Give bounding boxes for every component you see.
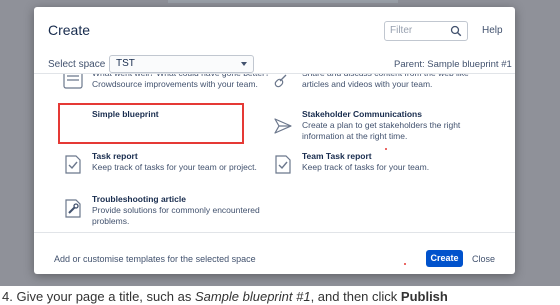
template-list: What went well? What could have gone bet…: [34, 73, 515, 233]
chevron-down-icon: [241, 62, 247, 66]
template-name: Team Task report: [302, 151, 372, 161]
create-dialog: Create Filter Help Select space TST Pare…: [34, 7, 515, 274]
search-icon: [450, 25, 462, 37]
instruction-caption: 4. Give your page a title, such as Sampl…: [2, 289, 448, 304]
parent-text: Parent: Sample blueprint #1: [394, 59, 512, 70]
template-name: Task report: [92, 151, 138, 161]
share-link-icon: [274, 74, 287, 88]
list-icon: [63, 74, 83, 89]
space-select[interactable]: TST: [109, 55, 254, 73]
template-desc: What went well? What could have gone bet…: [92, 73, 270, 89]
template-desc: Keep track of tasks for your team or pro…: [92, 162, 257, 172]
template-desc: Keep track of tasks for your team.: [302, 162, 430, 172]
template-desc: Provide solutions for commonly encounter…: [92, 205, 260, 226]
task-report-icon: [65, 155, 81, 174]
highlight-box: [58, 103, 244, 144]
create-button[interactable]: Create: [426, 250, 463, 267]
annotation-dot: [385, 148, 387, 150]
caption-italic: Sample blueprint #1: [194, 289, 311, 304]
caption-prefix: 4. Give your page a title, such as: [2, 289, 195, 304]
template-name: Stakeholder Communications: [302, 109, 422, 119]
send-icon: [274, 118, 292, 134]
template-name: Troubleshooting article: [92, 194, 186, 204]
troubleshooting-icon: [65, 199, 81, 218]
customise-templates-link[interactable]: Add or customise templates for the selec…: [54, 254, 256, 264]
annotation-dot: [404, 263, 406, 265]
dialog-title: Create: [48, 22, 91, 38]
close-button[interactable]: Close: [472, 254, 495, 264]
template-desc: Create a plan to get stakeholders the ri…: [302, 120, 461, 141]
filter-input[interactable]: Filter: [384, 21, 468, 41]
filter-placeholder: Filter: [390, 25, 413, 36]
caption-bold: Publish: [400, 289, 448, 304]
select-space-label: Select space: [48, 59, 106, 70]
caption-middle: , and then click: [310, 289, 401, 304]
backdrop-bar: [168, 0, 398, 3]
help-link[interactable]: Help: [482, 25, 503, 36]
space-select-value: TST: [116, 58, 135, 69]
template-desc: Share and discuss content from the web l…: [302, 73, 469, 89]
team-task-report-icon: [275, 155, 291, 174]
